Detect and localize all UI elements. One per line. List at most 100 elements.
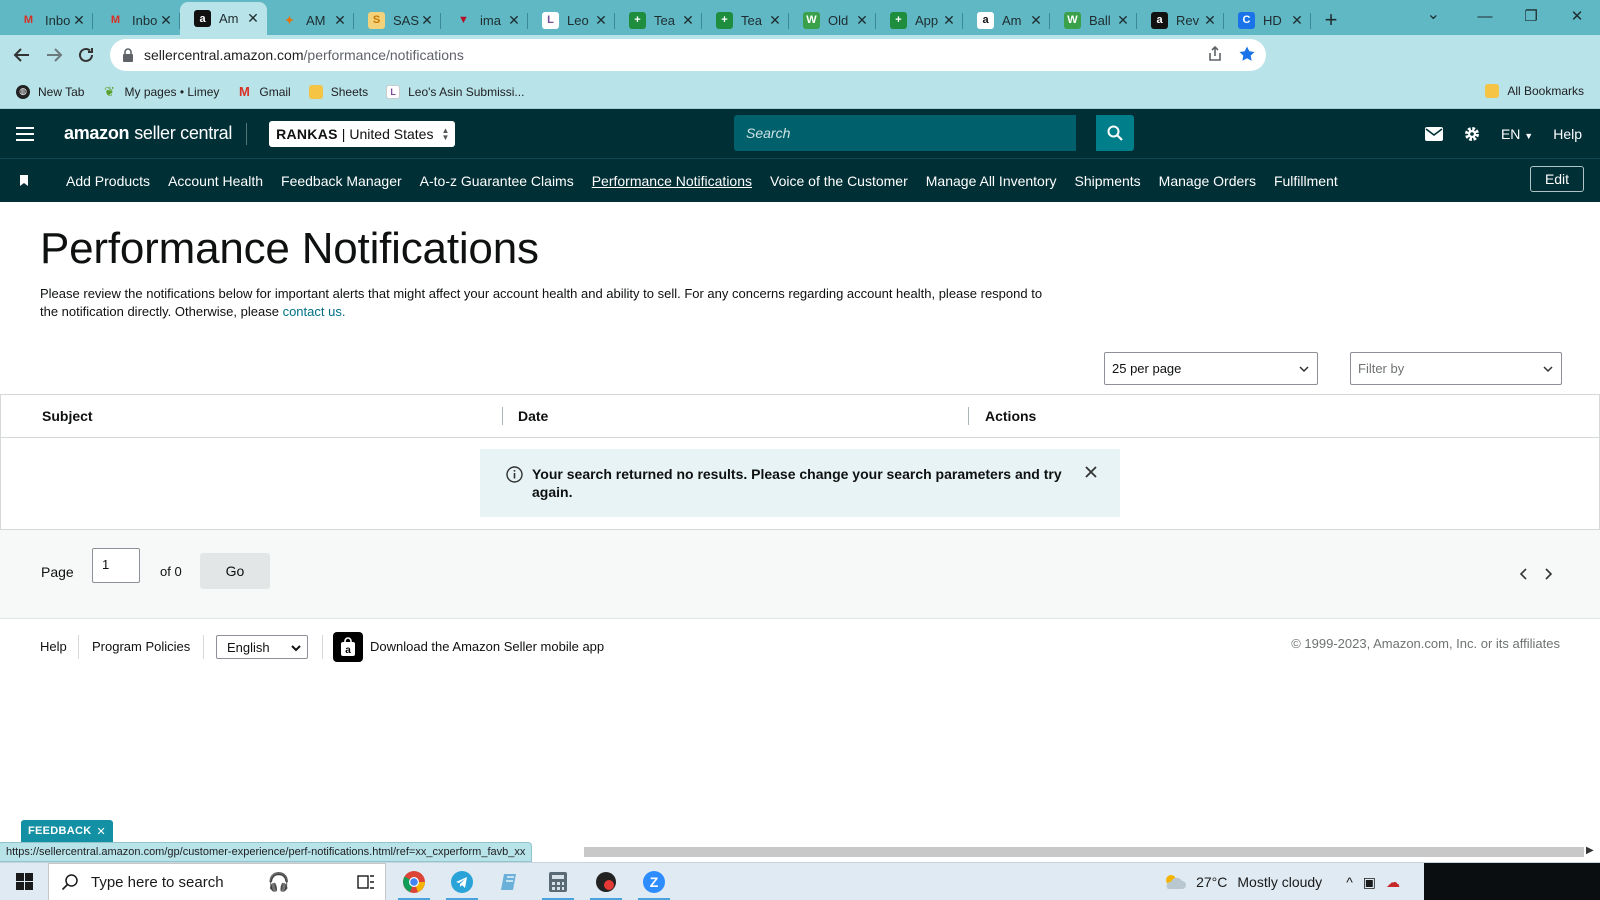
program-policies-link[interactable]: Program Policies (92, 639, 190, 654)
close-tab-icon[interactable]: ✕ (506, 12, 522, 29)
nav-item-voice-of-the-customer[interactable]: Voice of the Customer (770, 173, 908, 189)
close-tab-icon[interactable]: ✕ (71, 12, 87, 29)
help-link[interactable]: Help (1553, 126, 1582, 142)
close-icon[interactable] (1084, 465, 1098, 479)
contact-us-link[interactable]: contact us. (283, 304, 346, 319)
bookmark-item[interactable]: M Gmail (237, 84, 291, 99)
close-tab-icon[interactable]: ✕ (332, 12, 348, 29)
header-search-button[interactable] (1096, 115, 1134, 151)
nav-item-a-to-z-guarantee-claims[interactable]: A-to-z Guarantee Claims (420, 173, 574, 189)
browser-tab[interactable]: ✦ AM ✕ (267, 5, 354, 35)
bookmark-item[interactable]: ◍ New Tab (16, 84, 84, 99)
browser-tab[interactable]: a Rev ✕ (1137, 5, 1224, 35)
minimize-icon[interactable]: — (1462, 0, 1508, 32)
seller-central-logo[interactable]: amazon seller central (64, 123, 232, 144)
browser-tab[interactable]: C HD ✕ (1224, 5, 1311, 35)
amazon-app-icon[interactable]: a (333, 632, 363, 662)
close-window-icon[interactable]: ✕ (1554, 0, 1600, 32)
footer-help-link[interactable]: Help (40, 639, 67, 654)
nav-item-add-products[interactable]: Add Products (66, 173, 150, 189)
filter-by-select[interactable]: Filter by (1350, 352, 1562, 385)
nav-item-manage-all-inventory[interactable]: Manage All Inventory (926, 173, 1057, 189)
task-view-icon[interactable] (342, 863, 390, 900)
feedback-tab[interactable]: FEEDBACK ✕ (21, 820, 113, 842)
nav-item-feedback-manager[interactable]: Feedback Manager (281, 173, 402, 189)
browser-tab[interactable]: a Am ✕ (180, 2, 267, 35)
tray-cloud-error-icon[interactable]: ☁ (1386, 874, 1400, 891)
nav-item-manage-orders[interactable]: Manage Orders (1159, 173, 1256, 189)
recorder-icon[interactable] (582, 863, 630, 900)
footer-language-select[interactable]: English (216, 635, 308, 659)
browser-tab[interactable]: a Am ✕ (963, 5, 1050, 35)
column-header-subject[interactable]: Subject (42, 408, 93, 424)
browser-tab[interactable]: + Tea ✕ (702, 5, 789, 35)
close-tab-icon[interactable]: ✕ (245, 10, 261, 27)
per-page-select[interactable]: 25 per page (1104, 352, 1318, 385)
go-button[interactable]: Go (200, 553, 270, 589)
download-app-link[interactable]: Download the Amazon Seller mobile app (370, 639, 604, 654)
restore-icon[interactable]: ❐ (1508, 0, 1554, 32)
page-number-input[interactable]: 1 (92, 548, 140, 583)
forward-icon[interactable] (38, 39, 70, 71)
browser-tab[interactable]: M Inbo ✕ (6, 5, 93, 35)
bookmark-item[interactable]: L Leo's Asin Submissi... (386, 84, 524, 99)
all-bookmarks[interactable]: All Bookmarks (1485, 84, 1584, 98)
header-search-input[interactable]: Search (734, 115, 1076, 151)
edit-favorites-button[interactable]: Edit (1530, 166, 1584, 192)
notepad-icon[interactable] (486, 863, 534, 900)
scroll-right-icon[interactable]: ▶ (1586, 845, 1594, 856)
gear-icon[interactable] (1463, 125, 1481, 143)
tray-chevron-up-icon[interactable]: ^ (1346, 874, 1353, 890)
close-tab-icon[interactable]: ✕ (854, 12, 870, 29)
chevron-left-icon[interactable] (1519, 568, 1529, 580)
horizontal-scrollbar[interactable] (584, 847, 1584, 857)
star-icon[interactable] (1238, 45, 1256, 63)
column-header-date[interactable]: Date (518, 408, 548, 424)
weather-temperature[interactable]: 27°C (1196, 874, 1227, 890)
chevron-right-icon[interactable] (1543, 568, 1553, 580)
close-icon[interactable]: ✕ (96, 825, 106, 838)
chrome-icon[interactable] (390, 863, 438, 900)
close-tab-icon[interactable]: ✕ (419, 12, 435, 29)
close-tab-icon[interactable]: ✕ (941, 12, 957, 29)
nav-item-shipments[interactable]: Shipments (1075, 173, 1141, 189)
nav-item-fulfillment[interactable]: Fulfillment (1274, 173, 1338, 189)
browser-tab[interactable]: + Tea ✕ (615, 5, 702, 35)
bookmark-item[interactable]: Sheets (308, 84, 368, 99)
weather-condition[interactable]: Mostly cloudy (1237, 874, 1322, 890)
tab-search-icon[interactable]: ⌄ (1427, 4, 1440, 24)
browser-tab[interactable]: L Leo ✕ (528, 5, 615, 35)
hamburger-menu-icon[interactable] (16, 126, 34, 141)
close-tab-icon[interactable]: ✕ (1028, 12, 1044, 29)
close-tab-icon[interactable]: ✕ (158, 12, 174, 29)
reload-icon[interactable] (70, 39, 102, 71)
back-icon[interactable] (6, 39, 38, 71)
mail-icon[interactable] (1424, 126, 1443, 141)
windows-start-icon[interactable] (16, 873, 33, 890)
close-tab-icon[interactable]: ✕ (1202, 12, 1218, 29)
close-tab-icon[interactable]: ✕ (680, 12, 696, 29)
close-tab-icon[interactable]: ✕ (767, 12, 783, 29)
calculator-icon[interactable] (534, 863, 582, 900)
browser-tab[interactable]: S SAS ✕ (354, 5, 441, 35)
tray-device-icon[interactable]: ▣ (1363, 874, 1376, 891)
close-tab-icon[interactable]: ✕ (593, 12, 609, 29)
store-selector[interactable]: RANKAS | United States ▲ ▼ (269, 120, 456, 147)
browser-tab[interactable]: + App ✕ (876, 5, 963, 35)
zoom-icon[interactable]: Z (630, 863, 678, 900)
bookmark-icon[interactable] (20, 175, 28, 186)
nav-item-performance-notifications[interactable]: Performance Notifications (592, 173, 752, 189)
bookmark-item[interactable]: ❦ My pages • Limey (102, 84, 219, 99)
browser-tab[interactable]: W Old ✕ (789, 5, 876, 35)
language-selector[interactable]: EN ▼ (1501, 126, 1533, 142)
close-tab-icon[interactable]: ✕ (1289, 12, 1305, 29)
address-bar[interactable]: sellercentral.amazon.com/performance/not… (110, 39, 1266, 71)
browser-tab[interactable]: W Ball ✕ (1050, 5, 1137, 35)
browser-tab[interactable]: ▼ ima ✕ (441, 5, 528, 35)
telegram-icon[interactable] (438, 863, 486, 900)
share-icon[interactable] (1206, 45, 1224, 63)
browser-tab[interactable]: M Inbo ✕ (93, 5, 180, 35)
close-tab-icon[interactable]: ✕ (1115, 12, 1131, 29)
taskbar-search-input[interactable]: Type here to search 🎧 (48, 863, 386, 900)
new-tab-button[interactable]: + (1315, 5, 1347, 35)
